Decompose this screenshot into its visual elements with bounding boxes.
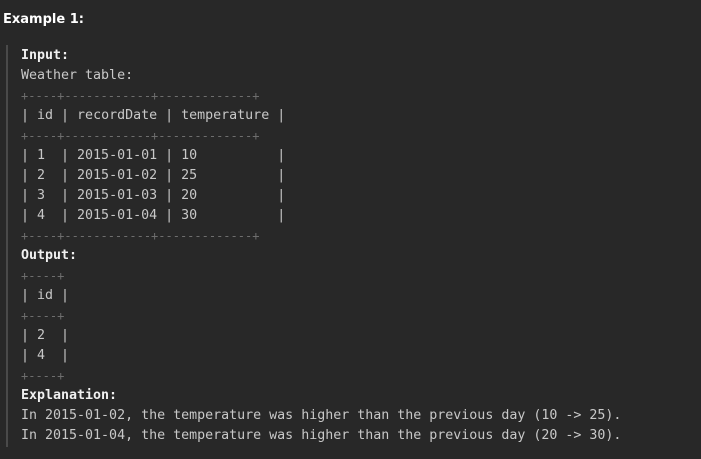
table-border-top: +----+------------+-------------+ (21, 89, 260, 103)
row-temp: | 25 (165, 168, 278, 183)
row-end: | (277, 168, 286, 183)
explanation-line: In 2015-01-04, the temperature was highe… (21, 428, 622, 443)
row-id: | 1 (21, 148, 62, 163)
input-label: Input: (21, 48, 70, 63)
output-border-top: +----+ (21, 269, 65, 283)
explanation-label: Explanation: (21, 388, 118, 403)
row-date: | 2015-01-04 (61, 208, 166, 223)
row-end: | (277, 188, 286, 203)
table-caption: Weather table: (21, 68, 134, 83)
table-border-header: +----+------------+-------------+ (21, 129, 260, 143)
example-title: Example 1: (3, 12, 84, 27)
table-row: | 4 | 2015-01-04 | 30 | (21, 206, 696, 226)
row-temp: | 20 (165, 188, 278, 203)
table-row: | 1 | 2015-01-01 | 10 | (21, 146, 696, 166)
table-border-bottom: +----+------------+-------------+ (21, 229, 260, 243)
output-label: Output: (21, 248, 78, 263)
row-date: | 2015-01-02 (61, 168, 166, 183)
row-id: | 3 (21, 188, 62, 203)
row-temp: | 30 (165, 208, 278, 223)
header-temperature: | temperature | (165, 108, 286, 123)
header-id: | id | (21, 108, 70, 123)
row-date: | 2015-01-03 (61, 188, 166, 203)
row-temp: | 10 (165, 148, 278, 163)
row-id: | 2 (21, 168, 62, 183)
table-row: | 3 | 2015-01-03 | 20 | (21, 186, 696, 206)
table-row: | 2 | 2015-01-02 | 25 | (21, 166, 696, 186)
output-border-header: +----+ (21, 309, 65, 323)
explanation-line: In 2015-01-02, the temperature was highe… (21, 408, 622, 423)
row-end: | (277, 208, 286, 223)
output-row: | 4 | (21, 348, 70, 363)
header-recorddate: recordDate (69, 108, 166, 123)
row-date: | 2015-01-01 (61, 148, 166, 163)
row-end: | (277, 148, 286, 163)
example-block: Input: Weather table: +----+------------… (6, 45, 696, 447)
row-id: | 4 (21, 208, 62, 223)
output-header-row: | id | (21, 288, 70, 303)
output-row: | 2 | (21, 328, 70, 343)
output-border-bottom: +----+ (21, 369, 65, 383)
table-header-row: | id | recordDate | temperature | (21, 106, 696, 126)
